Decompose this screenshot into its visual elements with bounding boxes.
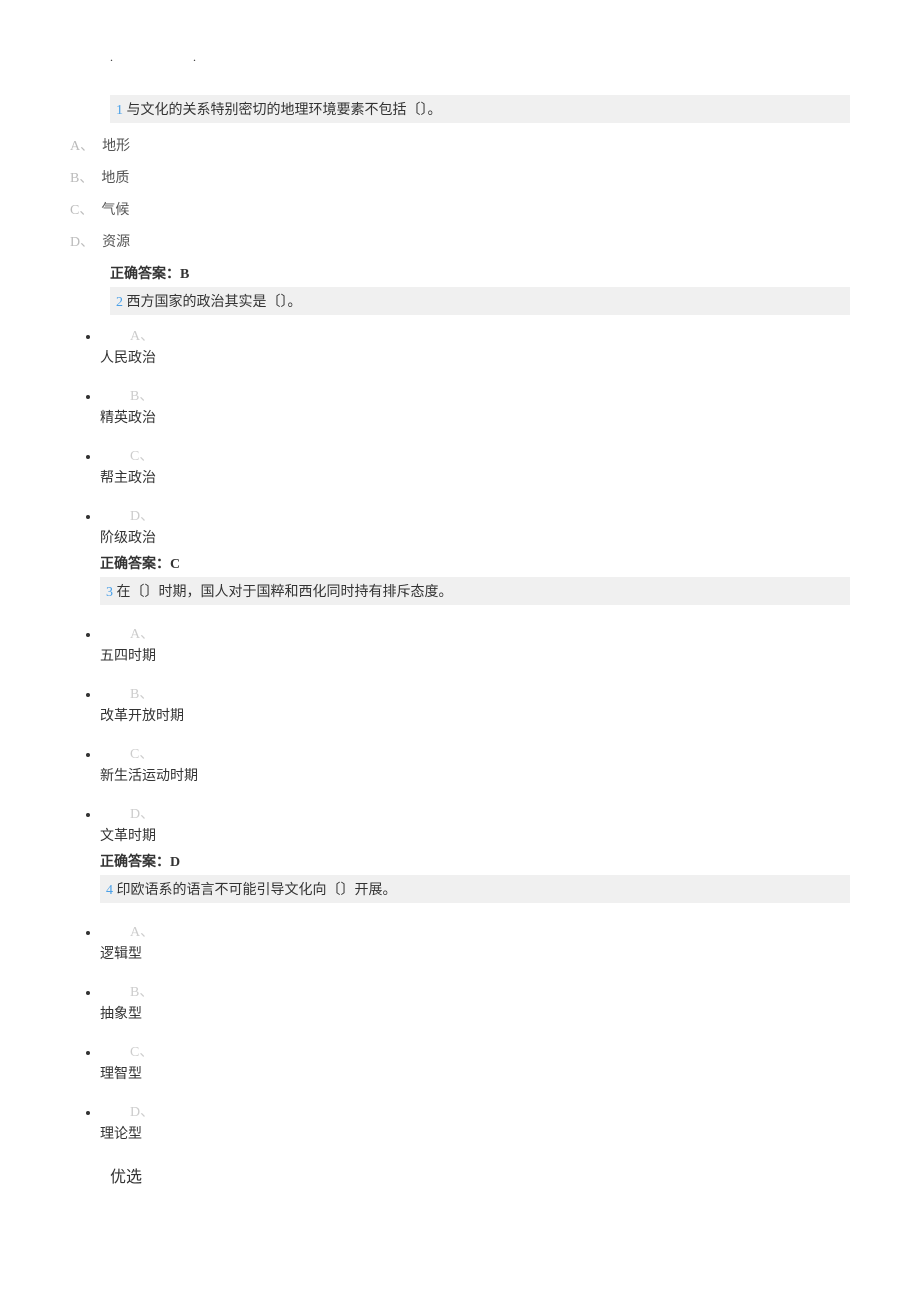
option-text: 气候 (101, 203, 129, 218)
list-item: B、 改革开放时期 (100, 683, 850, 725)
option-label: A、 (130, 325, 850, 345)
option-text: 精英政治 (100, 407, 850, 427)
option-text: 理智型 (100, 1063, 850, 1083)
option-label: D、 (130, 505, 850, 525)
list-item: A、 逻辑型 (100, 921, 850, 963)
question-number: 4 (106, 883, 113, 898)
question-text: 西方国家的政治其实是〔〕。 (127, 295, 302, 310)
option-label: A、 (130, 623, 850, 643)
question-1: 1 与文化的关系特别密切的地理环境要素不包括〔〕。 (110, 95, 850, 123)
option-label: D、 (70, 235, 94, 250)
option-d: D、资源 (70, 231, 850, 251)
question-2: 2 西方国家的政治其实是〔〕。 (110, 287, 850, 315)
option-label: A、 (130, 921, 850, 941)
question-number: 3 (106, 585, 113, 600)
option-a: A、地形 (70, 135, 850, 155)
list-item: C、 理智型 (100, 1041, 850, 1083)
option-c: C、气候 (70, 199, 850, 219)
correct-answer: 正确答案：C (100, 553, 850, 573)
option-label: C、 (130, 743, 850, 763)
option-text: 资源 (102, 235, 130, 250)
option-label: B、 (70, 171, 93, 186)
option-text: 帮主政治 (100, 467, 850, 487)
question-3: 3 在〔〕时期，国人对于国粹和西化同时持有排斥态度。 (100, 577, 850, 605)
question-text: 在〔〕时期，国人对于国粹和西化同时持有排斥态度。 (117, 585, 453, 600)
option-label: B、 (130, 385, 850, 405)
list-item: D、 阶级政治 正确答案：C 3 在〔〕时期，国人对于国粹和西化同时持有排斥态度… (100, 505, 850, 605)
option-list: A、 人民政治 B、 精英政治 C、 帮主政治 D、 阶级政治 正确答案：C 3… (70, 325, 850, 605)
document-page: .. 1 与文化的关系特别密切的地理环境要素不包括〔〕。 A、地形 B、地质 C… (0, 0, 920, 1227)
option-label: A、 (70, 139, 94, 154)
option-text: 阶级政治 (100, 527, 850, 547)
list-item: C、 新生活运动时期 (100, 743, 850, 785)
question-number: 1 (116, 103, 123, 118)
option-text: 改革开放时期 (100, 705, 850, 725)
option-b: B、地质 (70, 167, 850, 187)
option-text: 人民政治 (100, 347, 850, 367)
option-text: 逻辑型 (100, 943, 850, 963)
option-text: 地形 (102, 139, 130, 154)
option-text: 理论型 (100, 1123, 850, 1143)
option-list: A、 逻辑型 B、 抽象型 C、 理智型 D、 理论型 (70, 921, 850, 1143)
list-item: A、 五四时期 (100, 623, 850, 665)
option-label: B、 (130, 981, 850, 1001)
header-dots: .. (70, 50, 850, 65)
option-label: B、 (130, 683, 850, 703)
option-list: A、 五四时期 B、 改革开放时期 C、 新生活运动时期 D、 文革时期 正确答… (70, 623, 850, 903)
footer-text: 优选 (70, 1163, 850, 1187)
option-text: 地质 (101, 171, 129, 186)
option-text: 五四时期 (100, 645, 850, 665)
option-label: C、 (130, 1041, 850, 1061)
question-text: 与文化的关系特别密切的地理环境要素不包括〔〕。 (127, 103, 442, 118)
question-text: 印欧语系的语言不可能引导文化向〔〕开展。 (117, 883, 397, 898)
correct-answer: 正确答案：D (100, 851, 850, 871)
list-item: D、 文革时期 正确答案：D 4 印欧语系的语言不可能引导文化向〔〕开展。 (100, 803, 850, 903)
option-label: C、 (130, 445, 850, 465)
option-label: C、 (70, 203, 93, 218)
option-text: 文革时期 (100, 825, 850, 845)
option-label: D、 (130, 803, 850, 823)
list-item: C、 帮主政治 (100, 445, 850, 487)
option-label: D、 (130, 1101, 850, 1121)
question-4: 4 印欧语系的语言不可能引导文化向〔〕开展。 (100, 875, 850, 903)
list-item: D、 理论型 (100, 1101, 850, 1143)
list-item: A、 人民政治 (100, 325, 850, 367)
list-item: B、 抽象型 (100, 981, 850, 1023)
list-item: B、 精英政治 (100, 385, 850, 427)
option-text: 新生活运动时期 (100, 765, 850, 785)
question-number: 2 (116, 295, 123, 310)
option-text: 抽象型 (100, 1003, 850, 1023)
correct-answer: 正确答案：B (70, 263, 850, 283)
